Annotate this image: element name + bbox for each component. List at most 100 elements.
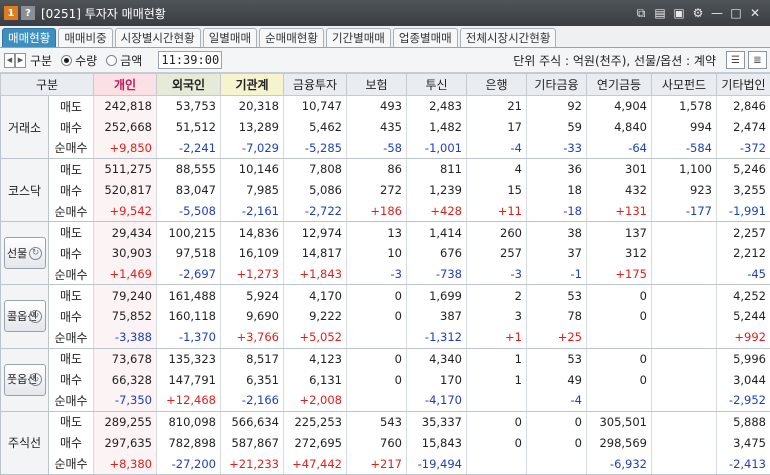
table-cell: -58 [346,137,407,160]
tab-6[interactable]: 업종별매매 [392,28,458,47]
table-cell: 0 [346,284,407,306]
table-cell: 6,351 [220,369,284,391]
table-cell: 1,482 [406,116,467,138]
row-label-sell: 매도 [48,158,94,180]
column-header-2[interactable]: 외국인 [156,73,221,96]
table-cell: -5,285 [283,137,347,160]
group-button-3[interactable]: 콜옵션 ↻ [0,284,49,349]
minimize-icon[interactable]: — [708,4,726,22]
table-cell: 811 [406,158,467,180]
tab-0[interactable]: 매매현황 [2,28,57,47]
help-icon[interactable]: ? [21,6,35,20]
maximize-icon[interactable]: □ [727,4,745,22]
column-header-11[interactable]: 기타법인 [716,73,770,96]
column-header-10[interactable]: 사모펀드 [651,73,717,96]
table-cell: 4,170 [283,284,347,306]
table-cell: 587,867 [220,432,284,454]
tab-5[interactable]: 기간별매매 [325,28,391,47]
table-cell: -3 [466,263,527,286]
table-cell: 4 [466,158,527,180]
table-cell: 1,100 [651,158,717,180]
table-cell: -27,200 [156,453,221,475]
table-cell: 4,340 [406,348,467,370]
refresh-icon[interactable]: ↻ [29,246,42,260]
camera-icon[interactable]: ▣ [670,4,688,22]
market-toggle-button[interactable]: 선물 ↻ [3,237,46,270]
row-label-buy: 매수 [48,242,94,264]
table-cell: 137 [586,221,652,243]
category-label: 구분 [30,53,53,68]
table-cell: 13 [346,221,407,243]
table-cell: 242,818 [93,95,157,117]
column-header-3[interactable]: 기관계 [220,73,284,96]
tab-2[interactable]: 시장별시간현황 [114,28,201,47]
table-cell: +175 [586,263,652,286]
table-cell: -33 [526,137,587,160]
table-row: 매수 66,328 147,791 6,351 6,131 0 170 1 49 0 3,044 [1,369,770,391]
tab-4[interactable]: 순매매현황 [259,28,324,47]
tab-7[interactable]: 전체시장시간현황 [459,28,557,47]
prev-arrow-icon[interactable]: ◀ [4,52,15,68]
radio-quantity-label: 수량 [75,53,98,68]
table-cell: 0 [466,411,527,433]
row-label-net: 순매수 [48,137,94,160]
tab-1[interactable]: 매매비중 [58,28,113,47]
column-header-7[interactable]: 은행 [466,73,527,96]
list-view-icon[interactable]: ≣ [748,51,767,69]
next-arrow-icon[interactable]: ▶ [15,52,26,68]
column-header-9[interactable]: 연기금등 [586,73,652,96]
table-cell: 51,512 [156,116,221,138]
table-cell: -372 [716,137,770,160]
table-cell: +9,850 [93,137,157,160]
refresh-icon[interactable]: ↻ [29,309,42,323]
table-cell: -2,722 [283,200,347,223]
unit-note: 단위 주식 : 억원(천주), 선물/옵션 : 계약 [513,53,716,68]
market-toggle-button[interactable]: 풋옵션 ↻ [3,363,46,396]
refresh-icon[interactable]: ↻ [29,373,42,387]
table-cell: 432 [586,179,652,201]
grid-view-icon[interactable]: ☰ [726,51,745,69]
column-header-4[interactable]: 금융투자 [283,73,347,96]
column-header-8[interactable]: 기타금융 [526,73,587,96]
table-cell: 5,924 [220,284,284,306]
table-cell: -2,241 [156,137,221,160]
group-button-4[interactable]: 풋옵션 ↻ [0,347,49,412]
radio-amount[interactable]: 금액 [106,52,142,69]
table-cell: 810,098 [156,411,221,433]
window-number-badge[interactable]: 1 [4,6,18,20]
column-header-5[interactable]: 보험 [346,73,407,96]
table-cell: 0 [346,369,407,391]
export-icon[interactable]: ▤ [651,4,669,22]
column-header-6[interactable]: 투신 [406,73,467,96]
gear-icon[interactable]: ⚙ [689,4,707,22]
table-cell: 387 [406,305,467,328]
market-toggle-button[interactable]: 콜옵션 ↻ [3,300,46,333]
table-cell: -45 [716,263,770,286]
table-cell: 297,635 [93,432,157,454]
table-cell: 0 [346,305,407,328]
tab-3[interactable]: 일별매매 [202,28,258,47]
table-cell: +25 [526,327,587,349]
group-button-2[interactable]: 선물 ↻ [0,221,49,286]
table-row: 매수 30,903 97,518 16,109 14,817 10 676 257 37 312 2… [1,242,770,264]
time-input[interactable]: 11:39:00 [158,51,223,69]
radio-selected-icon[interactable] [61,54,73,66]
table-cell: 35,337 [406,411,467,433]
close-icon[interactable]: ✕ [746,4,764,22]
table-cell: 92 [526,95,587,117]
table-cell: 8,517 [220,348,284,370]
table-cell: -64 [586,137,652,160]
table-cell: 10,747 [283,95,347,117]
column-header-0[interactable]: 구분 [0,73,94,96]
link-icon[interactable]: ⧉ [632,4,650,22]
table-cell: 435 [346,116,407,138]
table-cell: 14,817 [283,242,347,264]
table-cell: +21,233 [220,453,284,475]
radio-unselected-icon[interactable] [106,54,118,66]
table-cell: -1 [526,263,587,286]
column-header-1[interactable]: 개인 [93,73,157,96]
table-cell: +992 [716,327,770,349]
table-cell: 59 [526,116,587,138]
table-cell: 7,985 [220,179,284,201]
radio-quantity[interactable]: 수량 [61,52,97,69]
